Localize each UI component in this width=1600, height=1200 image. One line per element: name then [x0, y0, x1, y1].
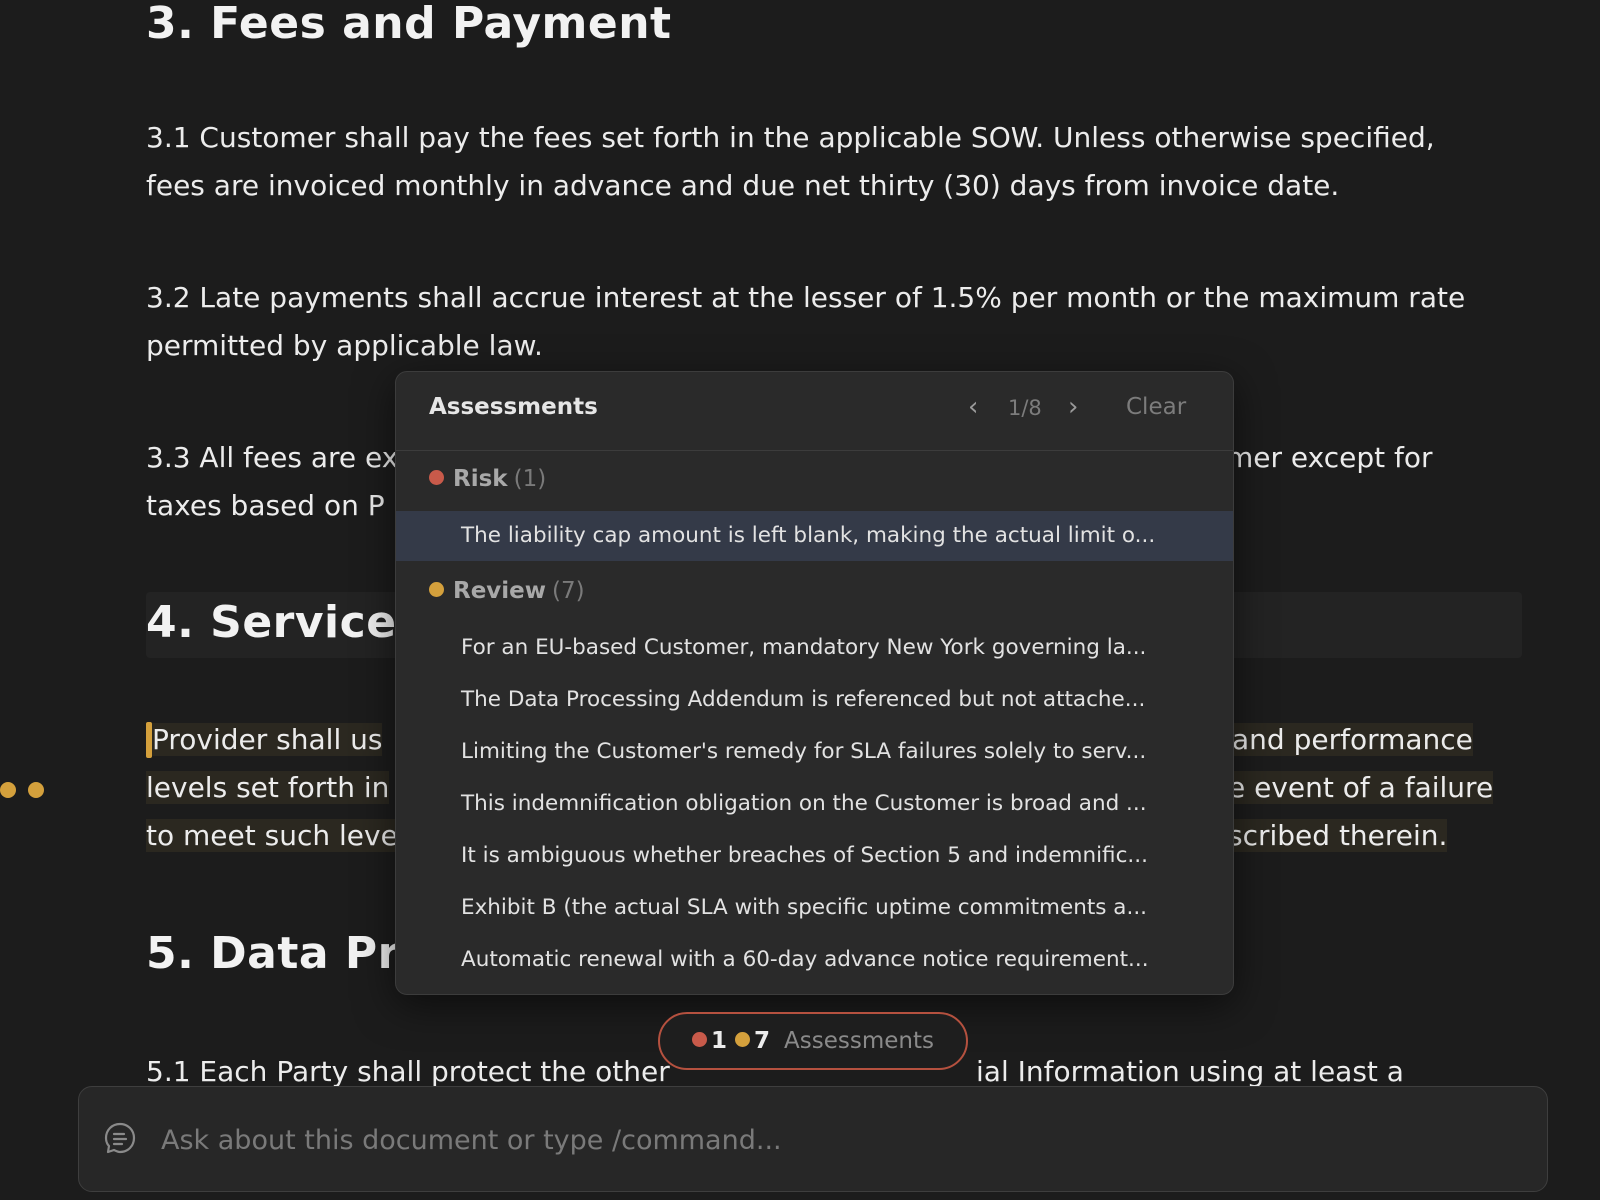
group-header-risk[interactable]: Risk (1) [429, 466, 546, 492]
highlighted-text[interactable]: levels set forth in [146, 771, 390, 804]
group-name: Risk [453, 466, 508, 492]
highlighted-text[interactable]: Provider shall us [152, 723, 383, 756]
popup-title: Assessments [429, 394, 598, 420]
assessment-item[interactable]: It is ambiguous whether breaches of Sect… [396, 831, 1233, 881]
assessment-item[interactable]: This indemnification obligation on the C… [396, 779, 1233, 829]
risk-count: 1 [711, 1028, 728, 1054]
section-heading-data-protection: 5. Data Pro [146, 928, 431, 979]
highlighted-text[interactable]: scribed therein. [1228, 819, 1448, 852]
review-count: 7 [754, 1028, 771, 1054]
group-count: (1) [513, 466, 547, 492]
paragraph-line: permitted by applicable law. [146, 329, 543, 362]
paragraph-line: 3.2 Late payments shall accrue interest … [146, 281, 1466, 314]
assessment-item[interactable]: The liability cap amount is left blank, … [396, 511, 1233, 561]
section-heading-fees: 3. Fees and Payment [146, 0, 672, 49]
group-header-review[interactable]: Review (7) [429, 578, 585, 604]
assessment-item[interactable]: Exhibit B (the actual SLA with specific … [396, 883, 1233, 933]
highlighted-text[interactable]: and performance [1232, 723, 1473, 756]
popup-header: Assessments ‹ 1/8 › Clear [396, 372, 1233, 451]
chat-input[interactable] [159, 1111, 1523, 1169]
gutter-assessment-dot[interactable] [0, 782, 16, 798]
chat-bar [78, 1086, 1548, 1192]
paragraph-service-levels-right[interactable]: and performance e event of a failure scr… [1228, 716, 1494, 860]
assessment-item[interactable]: For an EU-based Customer, mandatory New … [396, 623, 1233, 673]
paragraph-line: fees are invoiced monthly in advance and… [146, 169, 1340, 202]
assessments-toggle-button[interactable]: 1 7 Assessments [658, 1012, 968, 1070]
paragraph-3-2: 3.2 Late payments shall accrue interest … [146, 274, 1526, 370]
group-name: Review [453, 578, 547, 604]
pill-label: Assessments [784, 1028, 934, 1054]
risk-dot-icon [692, 1032, 707, 1047]
highlighted-text[interactable]: e event of a failure [1228, 771, 1494, 804]
paragraph-fragment: mer except for [1226, 441, 1433, 474]
assessment-item[interactable]: The Data Processing Addendum is referenc… [396, 675, 1233, 725]
paragraph-line: 3.1 Customer shall pay the fees set fort… [146, 121, 1435, 154]
chat-bubble-icon [104, 1122, 136, 1154]
assessment-item[interactable]: Automatic renewal with a 60-day advance … [396, 935, 1233, 985]
gutter-assessment-dot[interactable] [28, 782, 44, 798]
chevron-right-icon[interactable]: › [1068, 392, 1078, 422]
group-count: (7) [552, 578, 585, 604]
highlight-marker [146, 722, 152, 758]
highlighted-text[interactable]: to meet such leve [146, 819, 398, 852]
chevron-left-icon[interactable]: ‹ [968, 392, 978, 422]
review-dot-icon [429, 582, 444, 597]
paragraph-3-1: 3.1 Customer shall pay the fees set fort… [146, 114, 1526, 210]
assessment-position: 1/8 [1008, 396, 1042, 420]
assessments-popup: Assessments ‹ 1/8 › Clear Risk (1) The li… [395, 371, 1234, 995]
assessment-item[interactable]: Limiting the Customer's remedy for SLA f… [396, 727, 1233, 777]
clear-button[interactable]: Clear [1126, 394, 1186, 420]
review-dot-icon [735, 1032, 751, 1047]
risk-dot-icon [429, 470, 444, 485]
